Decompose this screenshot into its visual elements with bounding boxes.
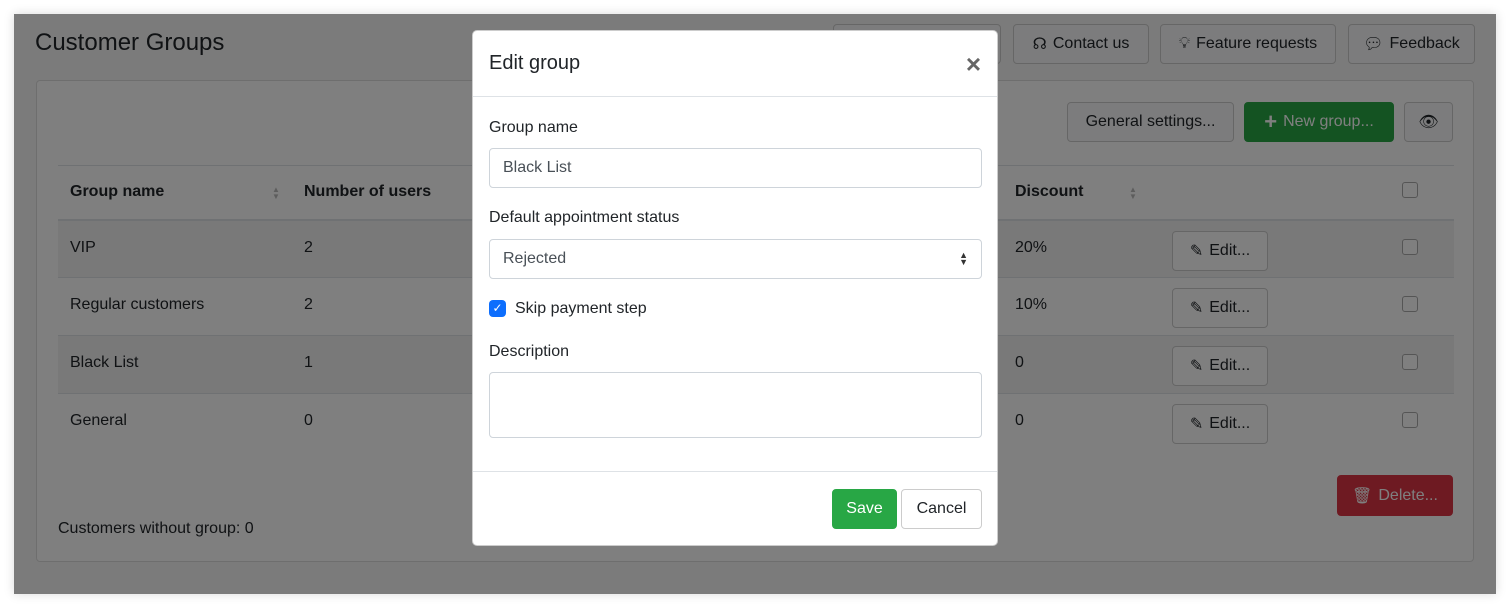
edit-group-modal: Edit group × Group name Black List Defau… [472,30,998,546]
select-arrows-icon: ▲ ▼ [959,250,968,267]
save-button[interactable]: Save [832,489,897,529]
description-textarea[interactable] [489,372,982,438]
group-name-label: Group name [489,119,578,136]
cancel-button[interactable]: Cancel [901,489,982,529]
skip-payment-label[interactable]: Skip payment step [515,300,647,318]
modal-footer [473,471,997,472]
modal-title: Edit group [489,52,581,74]
group-name-input[interactable]: Black List [489,148,982,188]
modal-header: Edit group × [473,31,997,97]
skip-payment-checkbox[interactable]: ✓ [489,300,506,317]
status-label: Default appointment status [489,209,680,226]
description-label: Description [489,343,570,360]
status-select[interactable]: Rejected ▲ ▼ [489,239,982,279]
app-frame: Customer Groups ☊Contact us 💡︎Feature re… [14,14,1496,594]
close-icon[interactable]: × [966,49,981,80]
status-value: Rejected [503,250,567,267]
